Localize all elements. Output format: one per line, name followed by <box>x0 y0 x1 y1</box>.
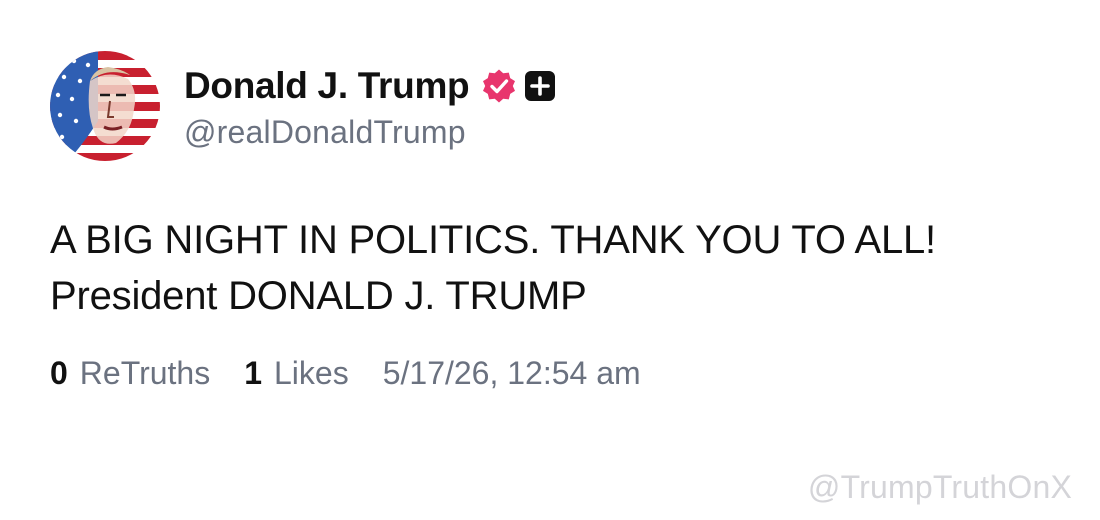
post-text-line-1: A BIG NIGHT IN POLITICS. THANK YOU TO AL… <box>50 218 936 262</box>
post-header: Donald J. Trump @realDonaldTrump <box>50 50 557 162</box>
post-stats: 0 ReTruths 1 Likes 5/17/26, 12:54 am <box>50 355 641 392</box>
retruths-stat[interactable]: 0 ReTruths <box>50 355 210 392</box>
likes-label: Likes <box>274 355 349 391</box>
name-row: Donald J. Trump <box>184 62 557 110</box>
flag-portrait-avatar-icon <box>50 51 160 161</box>
user-handle[interactable]: @realDonaldTrump <box>184 114 557 151</box>
verified-badge-icon <box>481 68 517 104</box>
retruths-count: 0 <box>50 355 68 391</box>
retruths-label: ReTruths <box>79 355 211 391</box>
post-body: A BIG NIGHT IN POLITICS. THANK YOU TO AL… <box>50 212 1060 324</box>
avatar[interactable] <box>50 51 160 161</box>
post-text-line-2: President DONALD J. TRUMP <box>50 274 587 318</box>
likes-stat[interactable]: 1 Likes <box>244 355 349 392</box>
plus-square-icon <box>523 69 557 103</box>
display-name[interactable]: Donald J. Trump <box>184 65 470 107</box>
post-timestamp[interactable]: 5/17/26, 12:54 am <box>383 355 641 392</box>
truth-post: Donald J. Trump @realDonaldTrump A BIG N… <box>0 0 1100 520</box>
likes-count: 1 <box>244 355 262 391</box>
author-identity: Donald J. Trump @realDonaldTrump <box>184 62 557 151</box>
watermark: @TrumpTruthOnX <box>807 469 1072 505</box>
